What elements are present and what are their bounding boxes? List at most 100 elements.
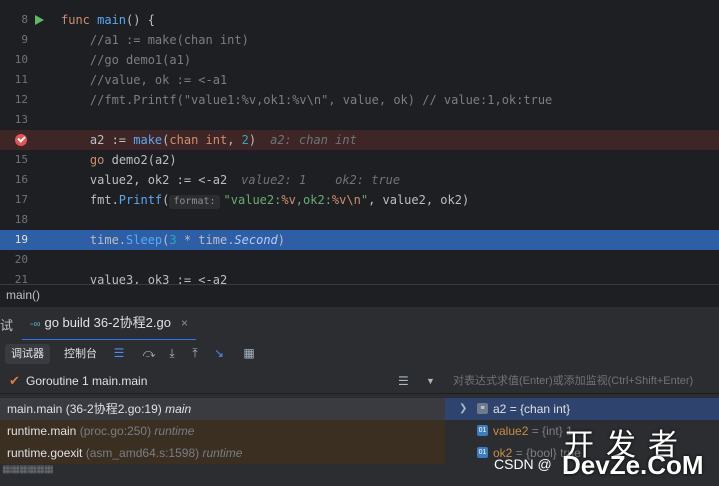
code-token: demo2(a2) — [111, 153, 177, 167]
evaluate-expression-input[interactable]: 对表达式求值(Enter)或添加监视(Ctrl+Shift+Enter) — [445, 368, 719, 394]
line-number[interactable]: 18 — [0, 210, 28, 230]
line-number[interactable]: 15 — [0, 150, 28, 170]
variable-row[interactable]: 01 ok2 = {bool} true — [445, 442, 719, 464]
breakpoint-icon[interactable] — [15, 134, 27, 146]
code-text: value2, ok2 := <-a2 value2: 1 ok2: true — [61, 170, 400, 190]
code-line[interactable]: 13 — [0, 110, 719, 130]
line-number[interactable]: 11 — [0, 70, 28, 90]
frame-row[interactable]: main.main (36-2协程2.go:19) main — [0, 398, 445, 420]
variable-entry: value2 = {int} 1 — [493, 420, 573, 442]
run-icon[interactable] — [35, 15, 44, 25]
line-number[interactable]: 20 — [0, 250, 28, 270]
filter-icon[interactable]: ☰ — [398, 368, 409, 394]
code-line[interactable]: 19 time.Sleep(3 * time.Second) — [0, 230, 719, 250]
code-line[interactable]: 8 func main() { — [0, 10, 719, 30]
code-line[interactable]: a2 := make(chan int, 2) a2: chan int — [0, 130, 719, 150]
code-token: ) — [248, 133, 257, 147]
code-line[interactable]: 11 //value, ok := <-a1 — [0, 70, 719, 90]
close-icon[interactable]: × — [181, 316, 188, 330]
code-text: func main() { — [61, 10, 155, 30]
variable-row[interactable]: ❯ ≡ a2 = {chan int} — [445, 398, 719, 420]
step-out-icon[interactable]: ⤒ — [188, 346, 202, 360]
frame-location: (asm_amd64.s:1598) — [85, 446, 200, 460]
code-token: , — [227, 133, 242, 147]
code-token: Sleep — [126, 233, 163, 247]
code-line[interactable]: 20 — [0, 250, 719, 270]
step-into-icon[interactable]: ⤓ — [165, 346, 179, 360]
variable-entry: a2 = {chan int} — [493, 398, 570, 420]
table-icon[interactable]: ▦ — [242, 346, 256, 360]
variables-panel: 对表达式求值(Enter)或添加监视(Ctrl+Shift+Enter) ❯ ≡… — [445, 368, 719, 486]
frames-panel: ✔ Goroutine 1 main.main ☰ ▼ main.main (3… — [0, 368, 446, 486]
code-token: func — [61, 13, 98, 27]
code-token: fmt. — [61, 193, 119, 207]
code-token: ,ok2: — [295, 193, 332, 207]
frame-package: runtime — [154, 424, 195, 438]
code-text: a2 := make(chan int, 2) a2: chan int — [61, 130, 357, 150]
tab-console[interactable]: 控制台 — [58, 344, 103, 364]
code-line[interactable]: 15 go demo2(a2) — [0, 150, 719, 170]
code-token: Second — [234, 233, 278, 247]
goroutine-label: Goroutine 1 main.main — [26, 374, 148, 388]
code-line[interactable]: 18 — [0, 210, 719, 230]
code-token: * time. — [176, 233, 235, 247]
debug-tool-label: 试 — [0, 318, 14, 333]
code-token: chan int — [169, 133, 228, 147]
code-text: //go demo1(a1) — [61, 50, 191, 70]
line-number[interactable]: 13 — [0, 110, 28, 130]
chevron-right-icon[interactable]: ❯ — [459, 398, 467, 420]
step-over-icon[interactable]: ⤼ — [142, 346, 156, 360]
code-line[interactable]: 16 value2, ok2 := <-a2 value2: 1 ok2: tru… — [0, 170, 719, 190]
line-number[interactable]: 8 — [0, 10, 28, 30]
line-number[interactable]: 10 — [0, 50, 28, 70]
frame-row[interactable]: runtime.main (proc.go:250) runtime — [0, 420, 445, 442]
variable-value: = {int} 1 — [531, 424, 573, 438]
code-token: main — [97, 13, 127, 27]
line-number[interactable]: 12 — [0, 90, 28, 110]
menu-icon[interactable]: ☰ — [112, 346, 126, 360]
code-line[interactable]: 21 value3, ok3 := <-a2 — [0, 270, 719, 284]
code-text: //fmt.Printf("value1:%v,ok1:%v\n", value… — [61, 90, 552, 110]
code-token: Printf — [118, 193, 163, 207]
code-line[interactable]: 9 //a1 := make(chan int) — [0, 30, 719, 50]
frame-func: runtime.goexit — [7, 446, 83, 460]
code-token: make — [133, 133, 163, 147]
code-token: 2 — [241, 133, 249, 147]
primitive-icon: 01 — [477, 447, 488, 458]
chevron-down-icon[interactable]: ▼ — [426, 368, 435, 394]
breadcrumb[interactable]: main() — [0, 284, 719, 306]
line-number[interactable]: 21 — [0, 270, 28, 284]
goroutine-selector[interactable]: ✔ Goroutine 1 main.main ☰ ▼ — [0, 368, 445, 394]
code-token: %v — [281, 193, 296, 207]
line-number[interactable]: 16 — [0, 170, 28, 190]
primitive-icon: 01 — [477, 425, 488, 436]
run-to-cursor-icon[interactable]: ↘ — [212, 346, 226, 360]
code-line[interactable]: 17 fmt.Printf(format: "value2:%v,ok2:%v\n… — [0, 190, 719, 210]
variable-value: = {chan int} — [509, 402, 571, 416]
tab-debugger[interactable]: 调试器 — [5, 344, 50, 364]
debug-tab-bar: 试 -∞ go build 36-2协程2.go × — [0, 306, 719, 341]
line-number[interactable]: 9 — [0, 30, 28, 50]
code-line[interactable]: 12 //fmt.Printf("value1:%v,ok1:%v\n", va… — [0, 90, 719, 110]
line-number[interactable]: 19 — [0, 230, 28, 250]
code-token: ) — [277, 233, 286, 247]
line-number[interactable]: 17 — [0, 190, 28, 210]
debug-toolbar: 调试器 控制台 ☰ ⤼ ⤓ ⤒ ↘ ▦ — [0, 340, 719, 368]
go-run-icon: -∞ — [30, 319, 41, 330]
run-config-tab[interactable]: -∞ go build 36-2协程2.go × — [22, 307, 196, 341]
code-token: //a1 := make(chan int) — [61, 33, 249, 47]
list-icon: ≡ — [477, 403, 488, 414]
code-token: time. — [61, 233, 127, 247]
frame-row[interactable]: runtime.goexit (asm_amd64.s:1598) runtim… — [0, 442, 445, 464]
code-text: go demo2(a2) — [61, 150, 177, 170]
variable-row[interactable]: 01 value2 = {int} 1 — [445, 420, 719, 442]
code-editor[interactable]: 8 func main() {9 //a1 := make(chan int) 10… — [0, 0, 719, 284]
code-line[interactable]: 10 //go demo1(a1) — [0, 50, 719, 70]
frame-func: main.main — [7, 402, 63, 416]
code-token: a2 := — [61, 133, 134, 147]
run-tab-label: go build 36-2协程2.go — [44, 315, 171, 330]
inline-value-hint: value2: 1 ok2: true — [241, 173, 401, 187]
parameter-hint: format: — [169, 195, 220, 209]
frame-location: (36-2协程2.go:19) — [65, 402, 162, 416]
